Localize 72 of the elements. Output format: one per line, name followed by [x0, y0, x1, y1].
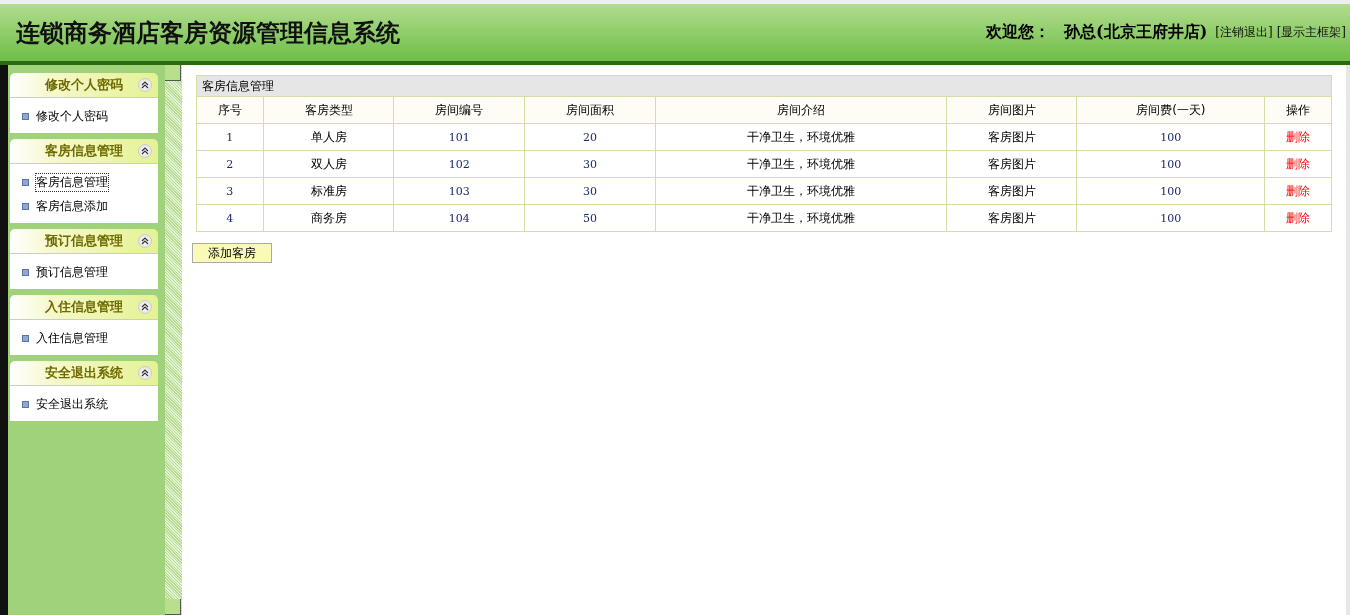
column-header: 房间编号	[393, 96, 525, 124]
header-link[interactable]: [显示主框架]	[1276, 24, 1346, 41]
collapse-icon[interactable]	[138, 300, 152, 314]
column-header: 房间图片	[946, 96, 1077, 124]
menu-item[interactable]: 客房信息管理	[35, 172, 109, 192]
column-header: 序号	[196, 96, 264, 124]
welcome-label: 欢迎您：	[986, 22, 1051, 43]
collapse-icon[interactable]	[138, 234, 152, 248]
bullet-icon	[22, 112, 29, 120]
collapse-icon[interactable]	[138, 366, 152, 380]
table-cell: 干净卫生，环境优雅	[655, 204, 947, 232]
menu-group-title: 修改个人密码	[45, 76, 123, 94]
table-cell: 2	[196, 150, 264, 178]
menu-group-title: 预订信息管理	[45, 232, 123, 250]
table-cell: 商务房	[263, 204, 394, 232]
table-cell: 3	[196, 177, 264, 205]
table-cell: 客房图片	[946, 150, 1077, 178]
table-cell: 100	[1076, 177, 1265, 205]
bullet-icon	[22, 202, 29, 210]
table-cell: 101	[393, 123, 525, 151]
system-title: 连锁商务酒店客房资源管理信息系统	[16, 16, 400, 49]
menu-group-title: 入住信息管理	[45, 298, 123, 316]
table-cell: 103	[393, 177, 525, 205]
delete-link[interactable]: 删除	[1286, 210, 1311, 225]
menu-group-header[interactable]: 入住信息管理	[10, 295, 158, 320]
bullet-icon	[22, 268, 29, 276]
table-cell: 100	[1076, 204, 1265, 232]
table-cell: 104	[393, 204, 525, 232]
column-header: 房间介绍	[655, 96, 947, 124]
resize-handle-icon[interactable]	[165, 599, 181, 615]
table-cell: 100	[1076, 123, 1265, 151]
bullet-icon	[22, 334, 29, 342]
table-cell: 30	[524, 150, 656, 178]
user-name: 孙总(北京王府井店)	[1064, 22, 1208, 43]
table-cell: 干净卫生，环境优雅	[655, 150, 947, 178]
table-title: 客房信息管理	[196, 75, 1332, 97]
menu-item[interactable]: 客房信息添加	[35, 196, 109, 216]
table-cell: 102	[393, 150, 525, 178]
column-header: 房间面积	[524, 96, 656, 124]
menu-group-title: 安全退出系统	[45, 364, 123, 382]
table-cell: 双人房	[263, 150, 394, 178]
table-cell: 100	[1076, 150, 1265, 178]
header-link[interactable]: [注销退出]	[1215, 24, 1273, 41]
menu-group-header[interactable]: 安全退出系统	[10, 361, 158, 386]
table-cell: 单人房	[263, 123, 394, 151]
table-cell: 干净卫生，环境优雅	[655, 123, 947, 151]
table-cell: 30	[524, 177, 656, 205]
table-cell: 干净卫生，环境优雅	[655, 177, 947, 205]
table-cell: 20	[524, 123, 656, 151]
menu-group-header[interactable]: 修改个人密码	[10, 73, 158, 98]
collapse-button[interactable]	[165, 65, 181, 81]
table-cell: 客房图片	[946, 123, 1077, 151]
bullet-icon	[22, 178, 29, 186]
collapse-icon[interactable]	[138, 144, 152, 158]
table-cell: 4	[196, 204, 264, 232]
add-room-button[interactable]: 添加客房	[192, 243, 272, 263]
table-cell: 50	[524, 204, 656, 232]
column-header: 房间费(一天)	[1076, 96, 1265, 124]
menu-group-header[interactable]: 客房信息管理	[10, 139, 158, 164]
delete-link[interactable]: 删除	[1286, 129, 1311, 144]
delete-link[interactable]: 删除	[1286, 183, 1311, 198]
table-cell: 1	[196, 123, 264, 151]
table-cell: 标准房	[263, 177, 394, 205]
menu-group-header[interactable]: 预订信息管理	[10, 229, 158, 254]
delete-link[interactable]: 删除	[1286, 156, 1311, 171]
bullet-icon	[22, 400, 29, 408]
menu-group-title: 客房信息管理	[45, 142, 123, 160]
column-header: 操作	[1264, 96, 1332, 124]
collapse-icon[interactable]	[138, 78, 152, 92]
table-cell: 客房图片	[946, 177, 1077, 205]
table-cell: 客房图片	[946, 204, 1077, 232]
column-header: 客房类型	[263, 96, 394, 124]
